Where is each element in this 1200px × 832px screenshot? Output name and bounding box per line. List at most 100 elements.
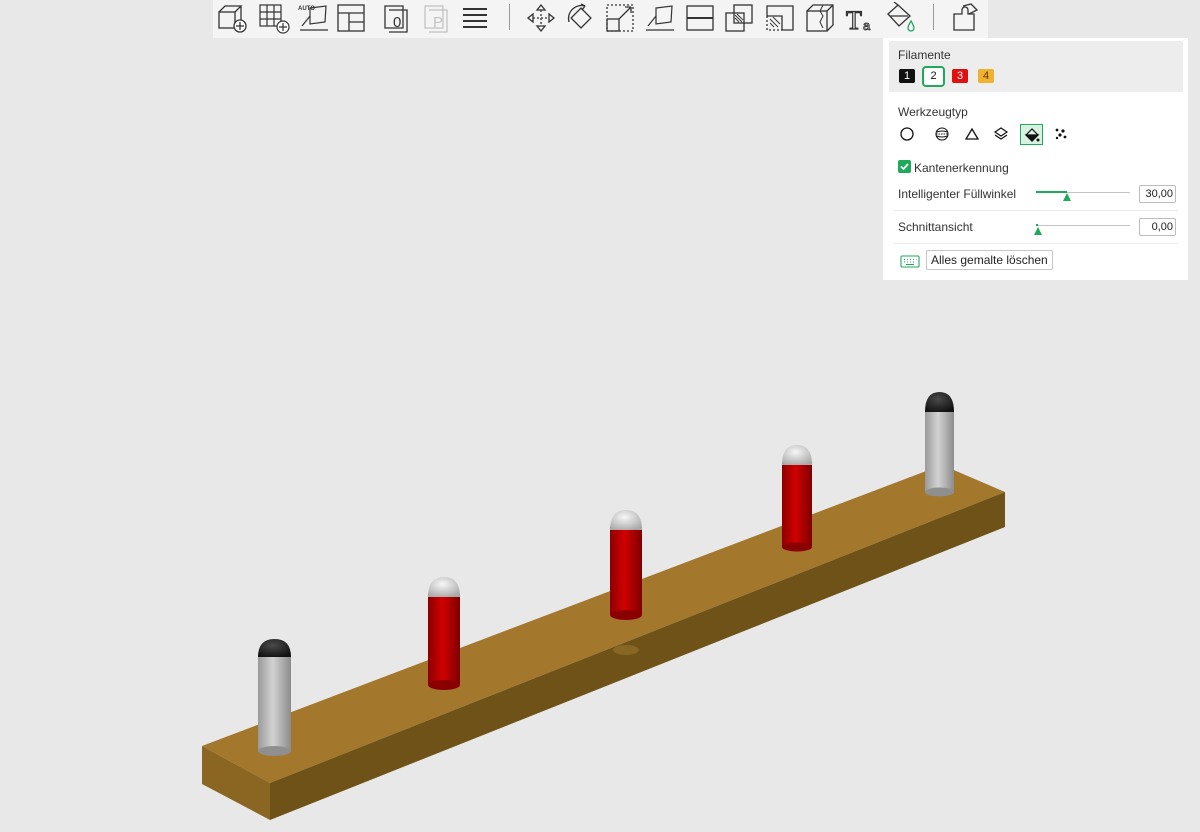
peg-4-body bbox=[782, 462, 812, 547]
move-icon bbox=[526, 3, 556, 33]
checkmark-icon bbox=[900, 163, 909, 171]
assembly-icon bbox=[953, 3, 979, 31]
circle-tool-button[interactable] bbox=[896, 124, 918, 144]
cut-icon bbox=[686, 5, 714, 31]
color-paint-panel: Filamente 1 2 3 4 Werkzeugtyp Kantenerke… bbox=[883, 38, 1188, 280]
slicing-plate-icon: 0 bbox=[384, 5, 408, 33]
triangle-tool-button[interactable] bbox=[961, 124, 983, 144]
text-tool-subletter: a bbox=[863, 18, 871, 33]
move-button[interactable] bbox=[524, 1, 558, 35]
peg-1[interactable] bbox=[258, 639, 291, 756]
layers-icon bbox=[463, 8, 487, 28]
rotate-icon bbox=[567, 3, 592, 29]
peg-2-base bbox=[428, 680, 460, 690]
base-bar-top bbox=[202, 465, 1005, 783]
height-range-tool-button[interactable] bbox=[990, 124, 1012, 144]
filament-section: Filamente 1 2 3 4 bbox=[889, 41, 1183, 92]
peg-1-base bbox=[258, 746, 291, 756]
section-view-label: Schnittansicht bbox=[898, 220, 973, 234]
keyboard-icon bbox=[900, 255, 920, 268]
color-paint-button[interactable] bbox=[883, 1, 917, 35]
text-button[interactable]: T a bbox=[843, 1, 877, 35]
shadow-spot bbox=[613, 645, 639, 655]
arrange-icon bbox=[337, 4, 365, 32]
sphere-tool-button[interactable] bbox=[931, 124, 953, 144]
assembly-button[interactable] bbox=[948, 1, 982, 35]
section-view-slider-fill bbox=[1036, 224, 1038, 226]
auto-orient-icon: AUTO bbox=[298, 5, 328, 31]
plate-p-icon: P bbox=[424, 5, 448, 33]
toolbar-separator bbox=[933, 4, 934, 30]
peg-1-body bbox=[258, 655, 291, 751]
keyboard-shortcuts-button[interactable] bbox=[900, 255, 920, 271]
filament-swatch-4[interactable]: 4 bbox=[978, 69, 994, 83]
smart-fill-angle-input[interactable]: 30,00 bbox=[1139, 185, 1176, 203]
peg-3-base bbox=[610, 610, 642, 620]
tool-type-title: Werkzeugtyp bbox=[898, 105, 968, 119]
fill-tool-button[interactable] bbox=[1020, 124, 1043, 145]
height-range-tool-icon bbox=[993, 127, 1009, 140]
lay-on-face-icon bbox=[646, 5, 674, 31]
filament-swatch-3[interactable]: 3 bbox=[952, 69, 968, 83]
smart-fill-angle-slider-thumb[interactable] bbox=[1063, 193, 1071, 201]
add-plate-button[interactable] bbox=[257, 1, 291, 35]
panel-divider bbox=[893, 210, 1178, 211]
sphere-tool-icon bbox=[935, 127, 949, 141]
clear-all-painted-button[interactable]: Alles gemalte löschen bbox=[926, 250, 1053, 270]
triangle-tool-icon bbox=[964, 127, 980, 140]
add-plate-icon bbox=[259, 4, 290, 34]
smart-fill-angle-label: Intelligenter Füllwinkel bbox=[898, 187, 1017, 201]
plate-p-text: P bbox=[433, 14, 443, 31]
section-view-input[interactable]: 0,00 bbox=[1139, 218, 1176, 236]
section-view-slider-track[interactable] bbox=[1036, 225, 1130, 226]
cut-button[interactable] bbox=[683, 1, 717, 35]
support-paint-button[interactable] bbox=[763, 1, 797, 35]
auto-orient-text: AUTO bbox=[298, 6, 315, 12]
base-bar[interactable] bbox=[202, 465, 1005, 820]
boolean-button[interactable] bbox=[722, 1, 756, 35]
edge-detection-checkbox[interactable] bbox=[898, 160, 911, 173]
peg-4-cap bbox=[782, 445, 812, 465]
peg-5-base bbox=[925, 487, 954, 497]
filament-swatch-2[interactable]: 2 bbox=[922, 66, 945, 87]
rotate-button[interactable] bbox=[564, 1, 598, 35]
slicing-plate-text: 0 bbox=[393, 14, 401, 31]
panel-divider bbox=[893, 243, 1178, 244]
peg-3[interactable] bbox=[610, 510, 642, 620]
filament-swatch-1[interactable]: 1 bbox=[899, 69, 915, 83]
add-object-button[interactable] bbox=[215, 1, 249, 35]
arrange-button[interactable] bbox=[334, 1, 368, 35]
section-view-slider-thumb[interactable] bbox=[1034, 227, 1042, 235]
seam-paint-button[interactable] bbox=[803, 1, 837, 35]
color-paint-icon bbox=[887, 2, 915, 32]
slicing-plate-button[interactable]: 0 bbox=[380, 1, 414, 35]
peg-4[interactable] bbox=[782, 445, 812, 552]
fill-tool-icon bbox=[1024, 127, 1039, 142]
peg-5-body bbox=[925, 410, 954, 492]
gap-fill-tool-icon bbox=[1055, 128, 1067, 140]
edge-detection-label: Kantenerkennung bbox=[914, 161, 1009, 175]
filament-title: Filamente bbox=[898, 48, 951, 62]
peg-2[interactable] bbox=[428, 577, 460, 690]
text-tool-letter: T bbox=[846, 6, 862, 34]
toolbar-separator bbox=[509, 4, 510, 30]
boolean-icon bbox=[725, 4, 753, 32]
support-paint-icon bbox=[766, 5, 794, 31]
peg-5-cap bbox=[925, 392, 954, 412]
gap-fill-tool-button[interactable] bbox=[1050, 124, 1072, 144]
peg-5[interactable] bbox=[925, 392, 954, 497]
top-toolbar: AUTO 0 P T a bbox=[213, 0, 988, 38]
auto-orient-button[interactable]: AUTO bbox=[297, 1, 331, 35]
scale-icon bbox=[606, 4, 634, 32]
peg-2-body bbox=[428, 594, 460, 685]
peg-3-body bbox=[610, 527, 642, 615]
add-object-icon bbox=[218, 5, 247, 33]
lay-on-face-button[interactable] bbox=[643, 1, 677, 35]
layers-button[interactable] bbox=[458, 1, 492, 35]
peg-1-cap bbox=[258, 639, 291, 657]
plate-p-button[interactable]: P bbox=[420, 1, 454, 35]
circle-tool-icon bbox=[900, 127, 914, 141]
scale-button[interactable] bbox=[603, 1, 637, 35]
seam-paint-icon bbox=[806, 4, 834, 32]
peg-4-base bbox=[782, 542, 812, 552]
